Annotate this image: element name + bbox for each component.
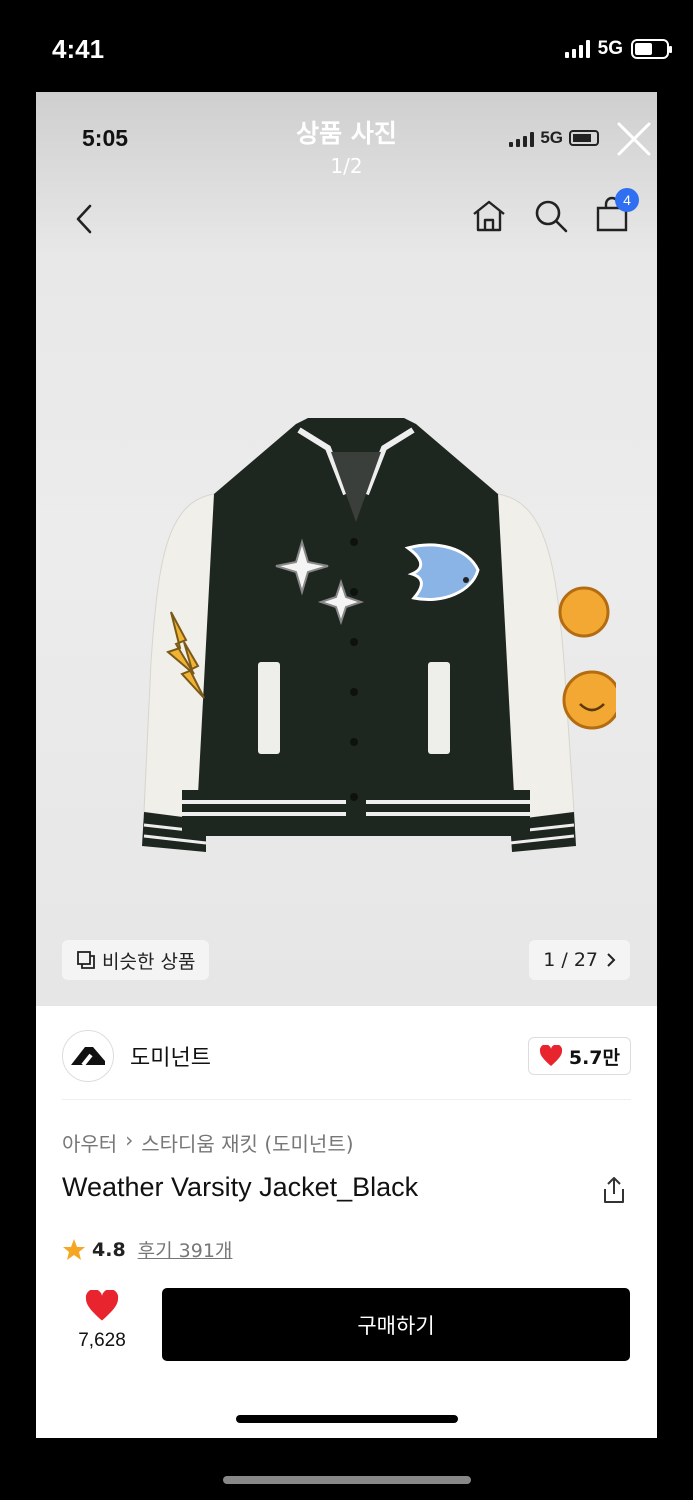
similar-icon (77, 951, 95, 969)
brand-like-button[interactable]: 5.7만 (527, 1037, 631, 1075)
inner-battery-icon (569, 130, 599, 146)
breadcrumb-item[interactable]: 스타디움 재킷 (도미넌트) (141, 1128, 353, 1157)
rating-row: 4.8 후기 391개 (62, 1236, 232, 1263)
outer-status-bar: 4:41 5G (0, 0, 693, 92)
signal-icon (564, 40, 590, 58)
similar-products-button[interactable]: 비슷한 상품 (62, 940, 210, 980)
product-image-jacket[interactable] (96, 412, 616, 882)
inner-network: 5G (540, 128, 563, 147)
reviews-link[interactable]: 후기 391개 (138, 1236, 233, 1263)
inner-screenshot: 5:05 상품 사진 1/2 5G 4 비슷한 상품 1 / 27 도미넌트 5… (36, 92, 657, 1438)
search-icon[interactable] (533, 198, 569, 234)
outer-time: 4:41 (52, 34, 105, 64)
heart-icon (539, 1045, 562, 1066)
share-icon[interactable] (601, 1176, 627, 1204)
outer-status-icons: 5G (564, 38, 672, 60)
home-icon[interactable] (471, 198, 507, 234)
chevron-right-icon (607, 953, 616, 967)
cart-badge: 4 (615, 188, 639, 212)
buy-button[interactable]: 구매하기 (162, 1288, 630, 1361)
product-title: Weather Varsity Jacket_Black (62, 1172, 419, 1202)
battery-icon (631, 39, 672, 59)
brand-name: 도미넌트 (130, 1046, 211, 1071)
breadcrumb-item[interactable]: 아우터 (62, 1128, 117, 1157)
top-nav-icons: 4 (471, 188, 639, 236)
viewer-page-indicator: 1/2 (330, 154, 363, 178)
breadcrumb-separator: › (125, 1128, 134, 1152)
product-photo-area[interactable]: 5:05 상품 사진 1/2 5G 4 비슷한 상품 1 / 27 (36, 92, 657, 1006)
similar-label: 비슷한 상품 (102, 950, 196, 973)
inner-signal-icon (509, 129, 535, 147)
outer-home-indicator[interactable] (223, 1476, 471, 1484)
heart-icon (85, 1289, 119, 1321)
brand-row[interactable]: 도미넌트 5.7만 (62, 1026, 631, 1086)
photo-counter[interactable]: 1 / 27 (529, 940, 630, 980)
cart-button[interactable]: 4 (595, 188, 639, 236)
inner-status-icons: 5G (509, 128, 599, 148)
back-icon[interactable] (70, 202, 98, 236)
divider (62, 1099, 631, 1100)
wish-button[interactable]: 7,628 (72, 1289, 132, 1352)
rating-score: 4.8 (92, 1238, 126, 1261)
photo-counter-text: 1 / 27 (543, 949, 598, 971)
close-icon[interactable] (615, 120, 653, 158)
inner-home-indicator (236, 1415, 458, 1423)
wish-count: 7,628 (78, 1330, 126, 1351)
brand-like-count: 5.7만 (568, 1046, 620, 1069)
outer-network: 5G (597, 38, 623, 59)
breadcrumb: 아우터 › 스타디움 재킷 (도미넌트) (62, 1128, 354, 1157)
star-icon (63, 1238, 85, 1260)
brand-logo (62, 1030, 114, 1082)
